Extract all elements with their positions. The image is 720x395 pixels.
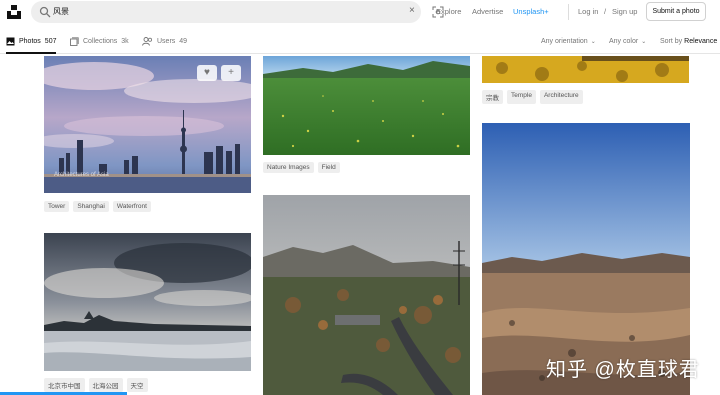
- orientation-filter[interactable]: Any orientation ⌄: [541, 38, 596, 45]
- tab-photos-label: Photos: [19, 38, 41, 45]
- chevron-down-icon: ⌄: [590, 39, 596, 45]
- tag-shanghai[interactable]: Shanghai: [73, 201, 109, 212]
- color-filter-label: Any color: [609, 38, 639, 45]
- tag-beihai-park[interactable]: 北海公园: [88, 378, 123, 392]
- tab-collections-label: Collections: [83, 38, 118, 45]
- tag-waterfront[interactable]: Waterfront: [112, 201, 151, 212]
- nav-unsplash-plus[interactable]: Unsplash+: [513, 7, 549, 16]
- nav-advertise[interactable]: Advertise: [472, 7, 503, 16]
- grassland-tags: Nature Images Field: [263, 162, 340, 173]
- sort-filter[interactable]: Sort by Relevance: [660, 38, 717, 45]
- users-icon: [142, 37, 153, 46]
- unsplash-logo[interactable]: [6, 4, 22, 20]
- login-link[interactable]: Log in: [578, 7, 598, 16]
- photo-beihai-lake[interactable]: [44, 233, 251, 371]
- tag-religion[interactable]: 宗教: [482, 90, 503, 104]
- tab-photos-count: 507: [44, 38, 57, 45]
- mountain-road-image: [263, 195, 470, 395]
- tab-users-label: Users: [157, 38, 176, 45]
- sort-value: Relevance: [684, 38, 718, 45]
- top-header: 风景 × Explore Advertise Unsplash+ Log in …: [0, 0, 720, 24]
- search-input[interactable]: 风景: [53, 6, 69, 17]
- photo-grassland[interactable]: [263, 56, 470, 155]
- signup-link[interactable]: Sign up: [612, 7, 637, 16]
- search-icon: [39, 6, 51, 18]
- like-icon[interactable]: ♥: [197, 65, 217, 81]
- tag-nature-images[interactable]: Nature Images: [263, 162, 314, 173]
- orientation-filter-label: Any orientation: [541, 38, 588, 45]
- zhihu-watermark: 知乎 @枚直球君: [546, 359, 700, 381]
- nav-divider: [568, 4, 569, 20]
- photos-icon: [6, 37, 15, 46]
- beihai-lake-image: [44, 233, 251, 371]
- tag-tower[interactable]: Tower: [44, 201, 70, 212]
- tab-users-count: 49: [179, 38, 188, 45]
- collections-icon: [70, 37, 79, 46]
- login-signup-separator: /: [604, 7, 607, 16]
- tag-sky[interactable]: 天空: [126, 378, 148, 392]
- active-tab-indicator: [6, 52, 56, 54]
- tag-beijing-china[interactable]: 北京市中国: [44, 378, 85, 392]
- temple-image: [482, 56, 689, 83]
- tag-field[interactable]: Field: [317, 162, 340, 173]
- tag-architecture[interactable]: Architecture: [539, 90, 583, 104]
- photo-temple[interactable]: [482, 56, 689, 83]
- nav-explore[interactable]: Explore: [436, 7, 461, 16]
- photo-mountain-road[interactable]: [263, 195, 470, 395]
- color-filter[interactable]: Any color ⌄: [609, 38, 646, 45]
- search-tabs-bar: Photos 507 Collections 3k Users 49 Any o…: [0, 30, 720, 54]
- photo-shanghai-skyline[interactable]: ♥ + Architectures of Asia: [44, 56, 251, 193]
- submit-photo-button[interactable]: Submit a photo: [646, 2, 706, 21]
- search-bar[interactable]: 风景 ×: [31, 1, 444, 23]
- grassland-image: [263, 56, 470, 155]
- tag-temple[interactable]: Temple: [507, 90, 536, 104]
- photo-author[interactable]: Architectures of Asia: [54, 172, 109, 178]
- clear-icon[interactable]: ×: [409, 5, 415, 17]
- temple-tags: 宗教 Temple Architecture: [482, 90, 583, 104]
- tab-collections[interactable]: Collections 3k: [70, 37, 129, 46]
- tab-photos[interactable]: Photos 507: [6, 37, 56, 46]
- tab-collections-count: 3k: [121, 38, 129, 45]
- shanghai-tags: Tower Shanghai Waterfront: [44, 201, 151, 212]
- tab-users[interactable]: Users 49: [142, 37, 187, 46]
- add-to-collection-icon[interactable]: +: [221, 65, 241, 81]
- sort-prefix: Sort by: [660, 38, 683, 45]
- beihai-tags: 北京市中国 北海公园 天空: [44, 378, 148, 392]
- chevron-down-icon: ⌄: [641, 39, 647, 45]
